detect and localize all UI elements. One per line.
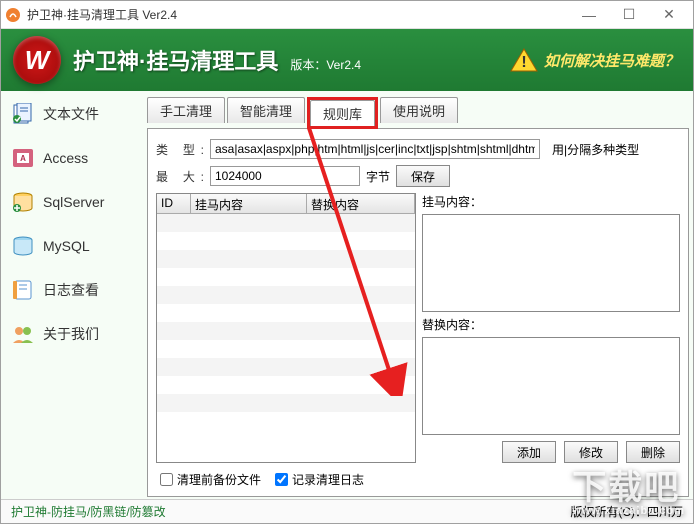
sidebar-item-label: 关于我们 [43, 324, 99, 344]
table-row[interactable] [157, 250, 415, 268]
titlebar: 护卫神·挂马清理工具 Ver2.4 — ☐ ✕ [1, 1, 693, 29]
replace-textarea[interactable] [422, 337, 680, 435]
content-textarea-label: 挂马内容： [422, 193, 680, 210]
edit-button[interactable]: 修改 [564, 441, 618, 463]
help-link[interactable]: ! 如何解决挂马难题？ [510, 48, 679, 72]
log-checkbox-label[interactable]: 记录清理日志 [275, 471, 364, 488]
sqlserver-icon [11, 191, 35, 213]
log-checkbox[interactable] [275, 473, 288, 486]
svg-text:A: A [20, 154, 26, 163]
main-split: ID 挂马内容 替换内容 [156, 193, 680, 463]
version-label: 版本：Ver2.4 [290, 56, 361, 73]
sidebar-item-label: 日志查看 [43, 280, 99, 300]
delete-button[interactable]: 删除 [626, 441, 680, 463]
maximize-button[interactable]: ☐ [609, 3, 649, 27]
tab-smart-clean[interactable]: 智能清理 [227, 97, 305, 123]
table-row[interactable] [157, 394, 415, 412]
backup-checkbox[interactable] [160, 473, 173, 486]
type-row: 类 型: 用|分隔多种类型 [156, 139, 680, 159]
tab-manual-clean[interactable]: 手工清理 [147, 97, 225, 123]
edit-column: 挂马内容： 替换内容： 添加 修改 删除 [422, 193, 680, 463]
textfile-icon [11, 103, 35, 125]
rules-table-column: ID 挂马内容 替换内容 [156, 193, 416, 463]
active-tab-highlight: 规则库 [307, 97, 378, 129]
warning-icon: ! [510, 48, 538, 72]
app-window: 护卫神·挂马清理工具 Ver2.4 — ☐ ✕ W 护卫神·挂马清理工具 版本：… [0, 0, 694, 524]
max-label: 最 大: [156, 168, 204, 185]
app-icon [5, 7, 21, 23]
minimize-button[interactable]: — [569, 3, 609, 27]
body: 文本文件 A Access SqlServer MySQL 日志查看 关于我们 [1, 91, 693, 499]
tab-rules[interactable]: 规则库 [310, 100, 375, 126]
th-id[interactable]: ID [157, 194, 191, 213]
sidebar-item-label: SqlServer [43, 194, 104, 210]
svg-text:!: ! [521, 54, 526, 71]
logo-icon: W [13, 36, 61, 84]
sidebar-item-mysql[interactable]: MySQL [7, 233, 135, 259]
tab-bar: 手工清理 智能清理 规则库 使用说明 [147, 97, 689, 129]
th-content[interactable]: 挂马内容 [191, 194, 307, 213]
table-header: ID 挂马内容 替换内容 [157, 194, 415, 214]
th-replace[interactable]: 替换内容 [307, 194, 415, 213]
app-header: W 护卫神·挂马清理工具 版本：Ver2.4 ! 如何解决挂马难题？ [1, 29, 693, 91]
sidebar-item-textfile[interactable]: 文本文件 [7, 101, 135, 127]
sidebar-item-about[interactable]: 关于我们 [7, 321, 135, 347]
max-row: 最 大: 字节 保存 [156, 165, 680, 187]
max-input[interactable] [210, 166, 360, 186]
table-row[interactable] [157, 322, 415, 340]
action-buttons: 添加 修改 删除 [422, 441, 680, 463]
type-label: 类 型: [156, 141, 204, 158]
table-row[interactable] [157, 268, 415, 286]
table-row[interactable] [157, 376, 415, 394]
sidebar-item-label: Access [43, 150, 88, 166]
options-row: 清理前备份文件 记录清理日志 [156, 471, 680, 488]
table-row[interactable] [157, 304, 415, 322]
rules-panel: 类 型: 用|分隔多种类型 最 大: 字节 保存 ID [147, 128, 689, 497]
backup-checkbox-label[interactable]: 清理前备份文件 [160, 471, 261, 488]
type-hint: 用|分隔多种类型 [552, 141, 639, 158]
save-button[interactable]: 保存 [396, 165, 450, 187]
sidebar-item-label: MySQL [43, 238, 90, 254]
table-row[interactable] [157, 286, 415, 304]
replace-textarea-label: 替换内容： [422, 316, 680, 333]
mysql-icon [11, 235, 35, 257]
window-title: 护卫神·挂马清理工具 Ver2.4 [27, 6, 569, 23]
type-input[interactable] [210, 139, 540, 159]
status-bar: 护卫神-防挂马/防黑链/防篡改 版权所有(C)：四川万 [1, 499, 693, 523]
add-button[interactable]: 添加 [502, 441, 556, 463]
sidebar-item-access[interactable]: A Access [7, 145, 135, 171]
window-controls: — ☐ ✕ [569, 3, 689, 27]
table-body [157, 214, 415, 462]
max-unit: 字节 [366, 168, 390, 185]
sidebar-item-label: 文本文件 [43, 104, 99, 124]
table-row[interactable] [157, 358, 415, 376]
app-title: 护卫神·挂马清理工具 [73, 44, 278, 76]
sidebar-item-logs[interactable]: 日志查看 [7, 277, 135, 303]
table-row[interactable] [157, 232, 415, 250]
content-area: 手工清理 智能清理 规则库 使用说明 类 型: 用|分隔多种类型 最 大: 字节… [141, 91, 693, 499]
access-icon: A [11, 147, 35, 169]
tab-help[interactable]: 使用说明 [380, 97, 458, 123]
content-textarea[interactable] [422, 214, 680, 312]
sidebar: 文本文件 A Access SqlServer MySQL 日志查看 关于我们 [1, 91, 141, 499]
copyright-text: 版权所有(C)：四川万 [570, 503, 683, 520]
table-row[interactable] [157, 412, 415, 430]
sidebar-item-sqlserver[interactable]: SqlServer [7, 189, 135, 215]
table-row[interactable] [157, 214, 415, 232]
close-button[interactable]: ✕ [649, 3, 689, 27]
log-icon [11, 279, 35, 301]
rules-table[interactable]: ID 挂马内容 替换内容 [156, 193, 416, 463]
table-row[interactable] [157, 340, 415, 358]
footer-link[interactable]: 护卫神-防挂马/防黑链/防篡改 [11, 503, 166, 520]
about-icon [11, 323, 35, 345]
